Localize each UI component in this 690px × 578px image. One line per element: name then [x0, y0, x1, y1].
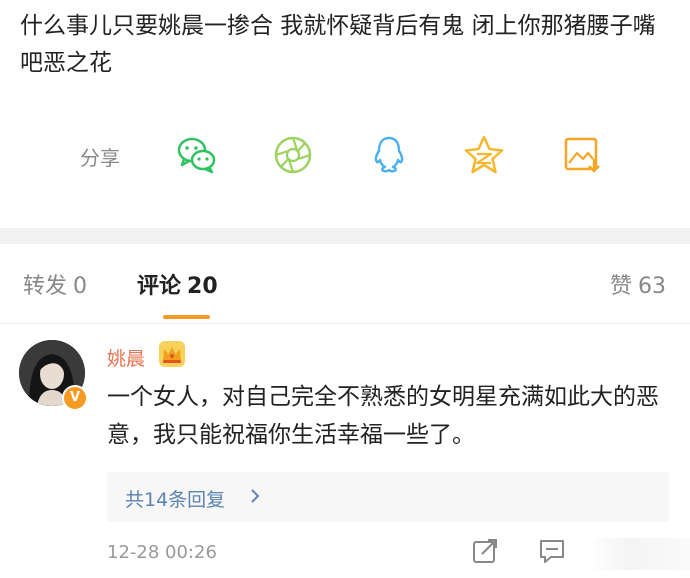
moments-icon[interactable] [271, 133, 315, 177]
crown-icon [159, 341, 185, 367]
comment-icon[interactable] [537, 536, 567, 566]
save-image-icon[interactable] [560, 133, 604, 177]
tab-repost-count: 0 [73, 274, 88, 299]
active-tab-indicator [163, 315, 210, 319]
qzone-icon[interactable] [462, 133, 506, 177]
tab-repost[interactable]: 转发 0 [23, 268, 87, 300]
tab-comment-count: 20 [187, 274, 218, 299]
tab-comment-label: 评论 [137, 274, 182, 299]
chevron-right-icon [251, 489, 260, 503]
section-divider [0, 228, 690, 244]
tab-bar: 转发 0 评论 20 赞 63 [0, 244, 690, 324]
replies-label: 共14条回复 [125, 489, 226, 511]
replies-link[interactable]: 共14条回复 [107, 472, 669, 522]
tab-comment[interactable]: 评论 20 [137, 268, 218, 300]
like-area-fade [588, 538, 690, 570]
comment-text: 一个女人，对自己完全不熟悉的女明星充满如此大的恶意，我只能祝福你生活幸福一些了。 [107, 384, 659, 448]
tab-like-label: 赞 [609, 274, 632, 299]
comment-timestamp: 12-28 00:26 [107, 542, 217, 563]
tab-repost-label: 转发 [23, 274, 68, 299]
share-label: 分享 [80, 146, 120, 170]
share-row: 分享 [0, 126, 690, 184]
qq-icon[interactable] [367, 133, 411, 177]
tabs-divider [0, 323, 690, 324]
repost-icon[interactable] [470, 536, 500, 566]
verified-badge: V [62, 385, 88, 411]
post-text: 什么事儿只要姚晨一掺合 我就怀疑背后有鬼 闭上你那猪腰子嘴吧恶之花 [20, 13, 656, 76]
tab-like[interactable]: 赞 63 [610, 268, 666, 300]
comment-username[interactable]: 姚晨 [107, 344, 145, 371]
tab-like-count: 63 [638, 274, 666, 299]
wechat-icon[interactable] [175, 133, 219, 177]
